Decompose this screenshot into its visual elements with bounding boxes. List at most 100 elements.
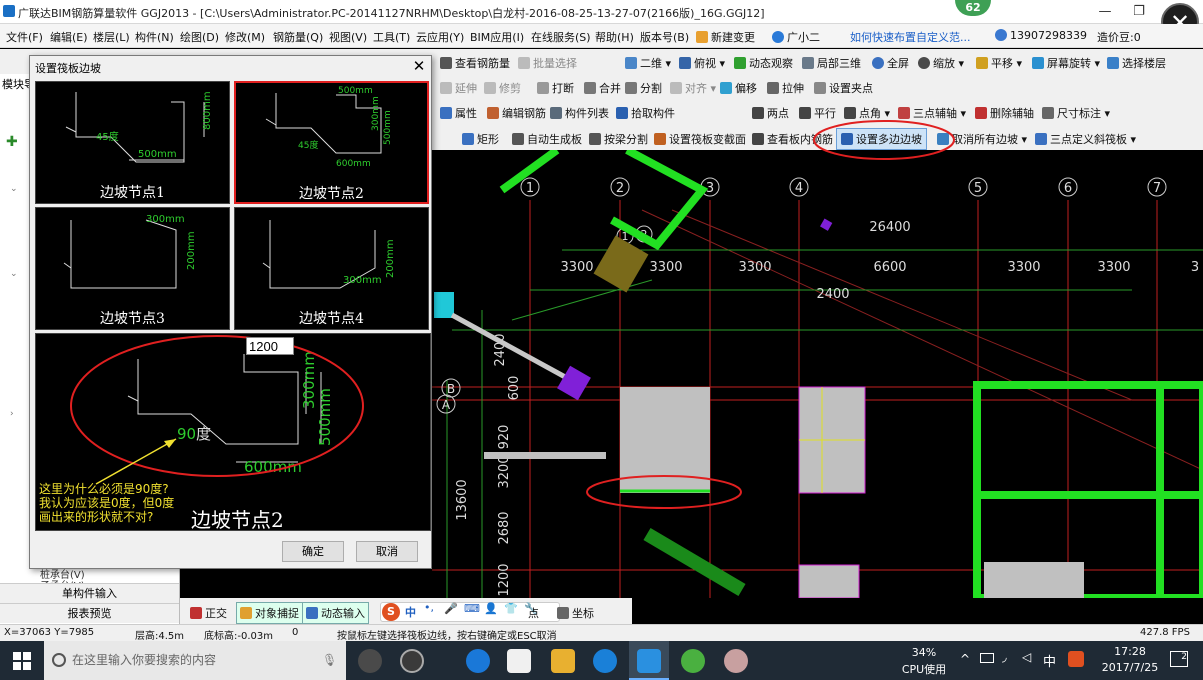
raft-section-button[interactable]: 设置筏板变截面 xyxy=(654,131,746,147)
sogou-icon[interactable]: S xyxy=(382,603,400,621)
delete-axis-button[interactable]: 删除辅轴 xyxy=(975,105,1034,121)
screen-rotate-dropdown[interactable]: 屏幕旋转 ▾ xyxy=(1032,55,1100,71)
hint-link[interactable]: 如何快速布置自定义范... xyxy=(850,29,971,45)
auto-generate-slab-button[interactable]: 自动生成板 xyxy=(512,131,582,147)
avatar-app-icon[interactable] xyxy=(724,649,748,673)
battery-icon[interactable] xyxy=(980,653,994,663)
ggj-app-icon[interactable] xyxy=(637,649,661,673)
tree-expander-3[interactable]: › xyxy=(10,409,14,419)
user-phone[interactable]: 13907298339 xyxy=(995,29,1087,42)
trim-button[interactable]: 修剪 xyxy=(484,80,521,96)
slope-width-input[interactable] xyxy=(246,337,294,355)
chevron-up-icon[interactable]: ^ xyxy=(960,652,970,666)
edit-rebar-button[interactable]: 编辑钢筋 xyxy=(487,105,546,121)
column-olive[interactable] xyxy=(593,235,649,293)
tree-expander[interactable]: ⌄ xyxy=(10,184,18,194)
dynamic-observe-button[interactable]: 动态观察 xyxy=(734,55,793,71)
taskview-icon[interactable] xyxy=(358,649,382,673)
rectangle-button[interactable]: 矩形 xyxy=(462,131,499,147)
align-dropdown[interactable]: 对齐 ▾ xyxy=(670,80,716,96)
two-point-button[interactable]: 两点 xyxy=(752,105,789,121)
ime-mode-icon[interactable]: 中 xyxy=(405,604,416,620)
slope-node-2-thumb[interactable]: 500mm 300mm 500mm 45度 600mm 边坡节点2 xyxy=(234,81,429,204)
add-icon[interactable]: ✚ xyxy=(6,134,18,150)
ime-indicator[interactable]: 中 xyxy=(1043,651,1056,670)
batch-select-button[interactable]: 批量选择 xyxy=(518,55,577,71)
volume-icon[interactable]: ◁ xyxy=(1022,650,1031,664)
dimension-dropdown[interactable]: 尺寸标注 ▾ xyxy=(1042,105,1110,121)
pan-dropdown[interactable]: 平移 ▾ xyxy=(976,55,1022,71)
menu-online[interactable]: 在线服务(S) xyxy=(531,29,591,45)
point-button[interactable]: 点 xyxy=(528,605,539,621)
column-cyan[interactable] xyxy=(434,292,454,318)
menu-rebar-qty[interactable]: 钢筋量(Q) xyxy=(273,29,323,45)
column-small-purple[interactable] xyxy=(820,218,833,231)
menu-view[interactable]: 视图(V) xyxy=(329,29,367,45)
properties-button[interactable]: 属性 xyxy=(440,105,477,121)
menu-modify[interactable]: 修改(M) xyxy=(225,29,265,45)
windows-start-icon[interactable] xyxy=(13,652,31,670)
report-preview-button[interactable]: 报表预览 xyxy=(0,603,179,623)
three-point-sloped-raft-dropdown[interactable]: 三点定义斜筏板 ▾ xyxy=(1035,131,1136,147)
keyboard-icon[interactable]: ⌨ xyxy=(464,602,480,615)
taskbar-search-input[interactable]: 在这里输入你要搜索的内容 🎙 xyxy=(44,641,346,680)
clock-time[interactable]: 17:28 xyxy=(1098,645,1162,658)
fullscreen-button[interactable]: 全屏 xyxy=(872,55,909,71)
menu-bim[interactable]: BIM应用(I) xyxy=(470,29,524,45)
shirt-icon[interactable]: 👕 xyxy=(504,602,518,615)
edge-browser-icon[interactable] xyxy=(466,649,490,673)
menu-version[interactable]: 版本号(B) xyxy=(640,29,689,45)
break-button[interactable]: 打断 xyxy=(537,80,574,96)
notification-icon[interactable]: 2 xyxy=(1170,651,1188,667)
offset-button[interactable]: 偏移 xyxy=(720,80,757,96)
dynamic-input-toggle[interactable]: 动态输入 xyxy=(302,602,369,624)
set-grip-button[interactable]: 设置夹点 xyxy=(814,80,873,96)
object-snap-toggle[interactable]: 对象捕捉 xyxy=(236,602,303,624)
slope-node-4-thumb[interactable]: 200mm 300mm 边坡节点4 xyxy=(234,207,429,330)
restore-button[interactable]: ❐ xyxy=(1124,2,1154,22)
file-explorer-icon[interactable] xyxy=(551,649,575,673)
local-3d-button[interactable]: 局部三维 xyxy=(802,55,861,71)
clock-date[interactable]: 2017/7/25 xyxy=(1095,661,1165,674)
gray-beam[interactable] xyxy=(484,452,606,459)
split-button[interactable]: 分割 xyxy=(625,80,662,96)
menu-help[interactable]: 帮助(H) xyxy=(595,29,634,45)
helper-button[interactable]: 广小二 xyxy=(772,29,820,45)
zoom-dropdown[interactable]: 缩放 ▾ xyxy=(918,55,964,71)
merge-button[interactable]: 合并 xyxy=(584,80,621,96)
view-rebar-qty-button[interactable]: 查看钢筋量 xyxy=(440,55,510,71)
green-app-icon[interactable] xyxy=(681,649,705,673)
app-g-icon[interactable] xyxy=(400,649,424,673)
menu-file[interactable]: 文件(F) xyxy=(6,29,43,45)
slope-node-3-thumb[interactable]: 300mm 200mm 边坡节点3 xyxy=(35,207,230,330)
drawing-canvas[interactable]: 1 2 3 4 5 6 7 1 2 B A 26400 3300 3300 33… xyxy=(432,150,1203,598)
network-icon[interactable]: ◞ xyxy=(1002,650,1007,664)
ortho-toggle[interactable]: 正交 xyxy=(190,605,227,621)
select-floor-button[interactable]: 选择楼层 xyxy=(1107,55,1166,71)
user-ime-icon[interactable]: 👤 xyxy=(484,602,498,615)
microphone-search-icon[interactable]: 🎙 xyxy=(322,641,337,680)
tree-expander-2[interactable]: ⌄ xyxy=(10,269,18,279)
component-list-button[interactable]: 构件列表 xyxy=(550,105,609,121)
menu-edit[interactable]: 编辑(E) xyxy=(50,29,88,45)
extend-button[interactable]: 延伸 xyxy=(440,80,477,96)
dialog-close-button[interactable]: ✕ xyxy=(408,56,430,76)
new-change-button[interactable]: 新建变更 xyxy=(696,29,755,45)
drawing-svg[interactable]: 1 2 3 4 5 6 7 1 2 B A 26400 3300 3300 33… xyxy=(432,150,1203,598)
stretch-button[interactable]: 拉伸 xyxy=(767,80,804,96)
glodon-g-icon[interactable] xyxy=(593,649,617,673)
ok-button[interactable]: 确定 xyxy=(282,541,344,562)
single-input-button[interactable]: 单构件输入 xyxy=(0,583,179,603)
notification-badge[interactable]: 62 xyxy=(955,0,991,16)
menu-tools[interactable]: 工具(T) xyxy=(373,29,410,45)
minimize-button[interactable]: — xyxy=(1090,2,1120,22)
store-icon[interactable] xyxy=(507,649,531,673)
menu-cloud[interactable]: 云应用(Y) xyxy=(416,29,464,45)
menu-draw[interactable]: 绘图(D) xyxy=(180,29,219,45)
top-view-dropdown[interactable]: 俯视 ▾ xyxy=(679,55,725,71)
slope-node-1-thumb[interactable]: 800mm 45度 500mm 边坡节点1 xyxy=(35,81,230,204)
split-by-beam-button[interactable]: 按梁分割 xyxy=(589,131,648,147)
coord-button[interactable]: 坐标 xyxy=(557,605,594,621)
menu-component[interactable]: 构件(N) xyxy=(135,29,174,45)
microphone-icon[interactable]: 🎤 xyxy=(444,602,458,615)
